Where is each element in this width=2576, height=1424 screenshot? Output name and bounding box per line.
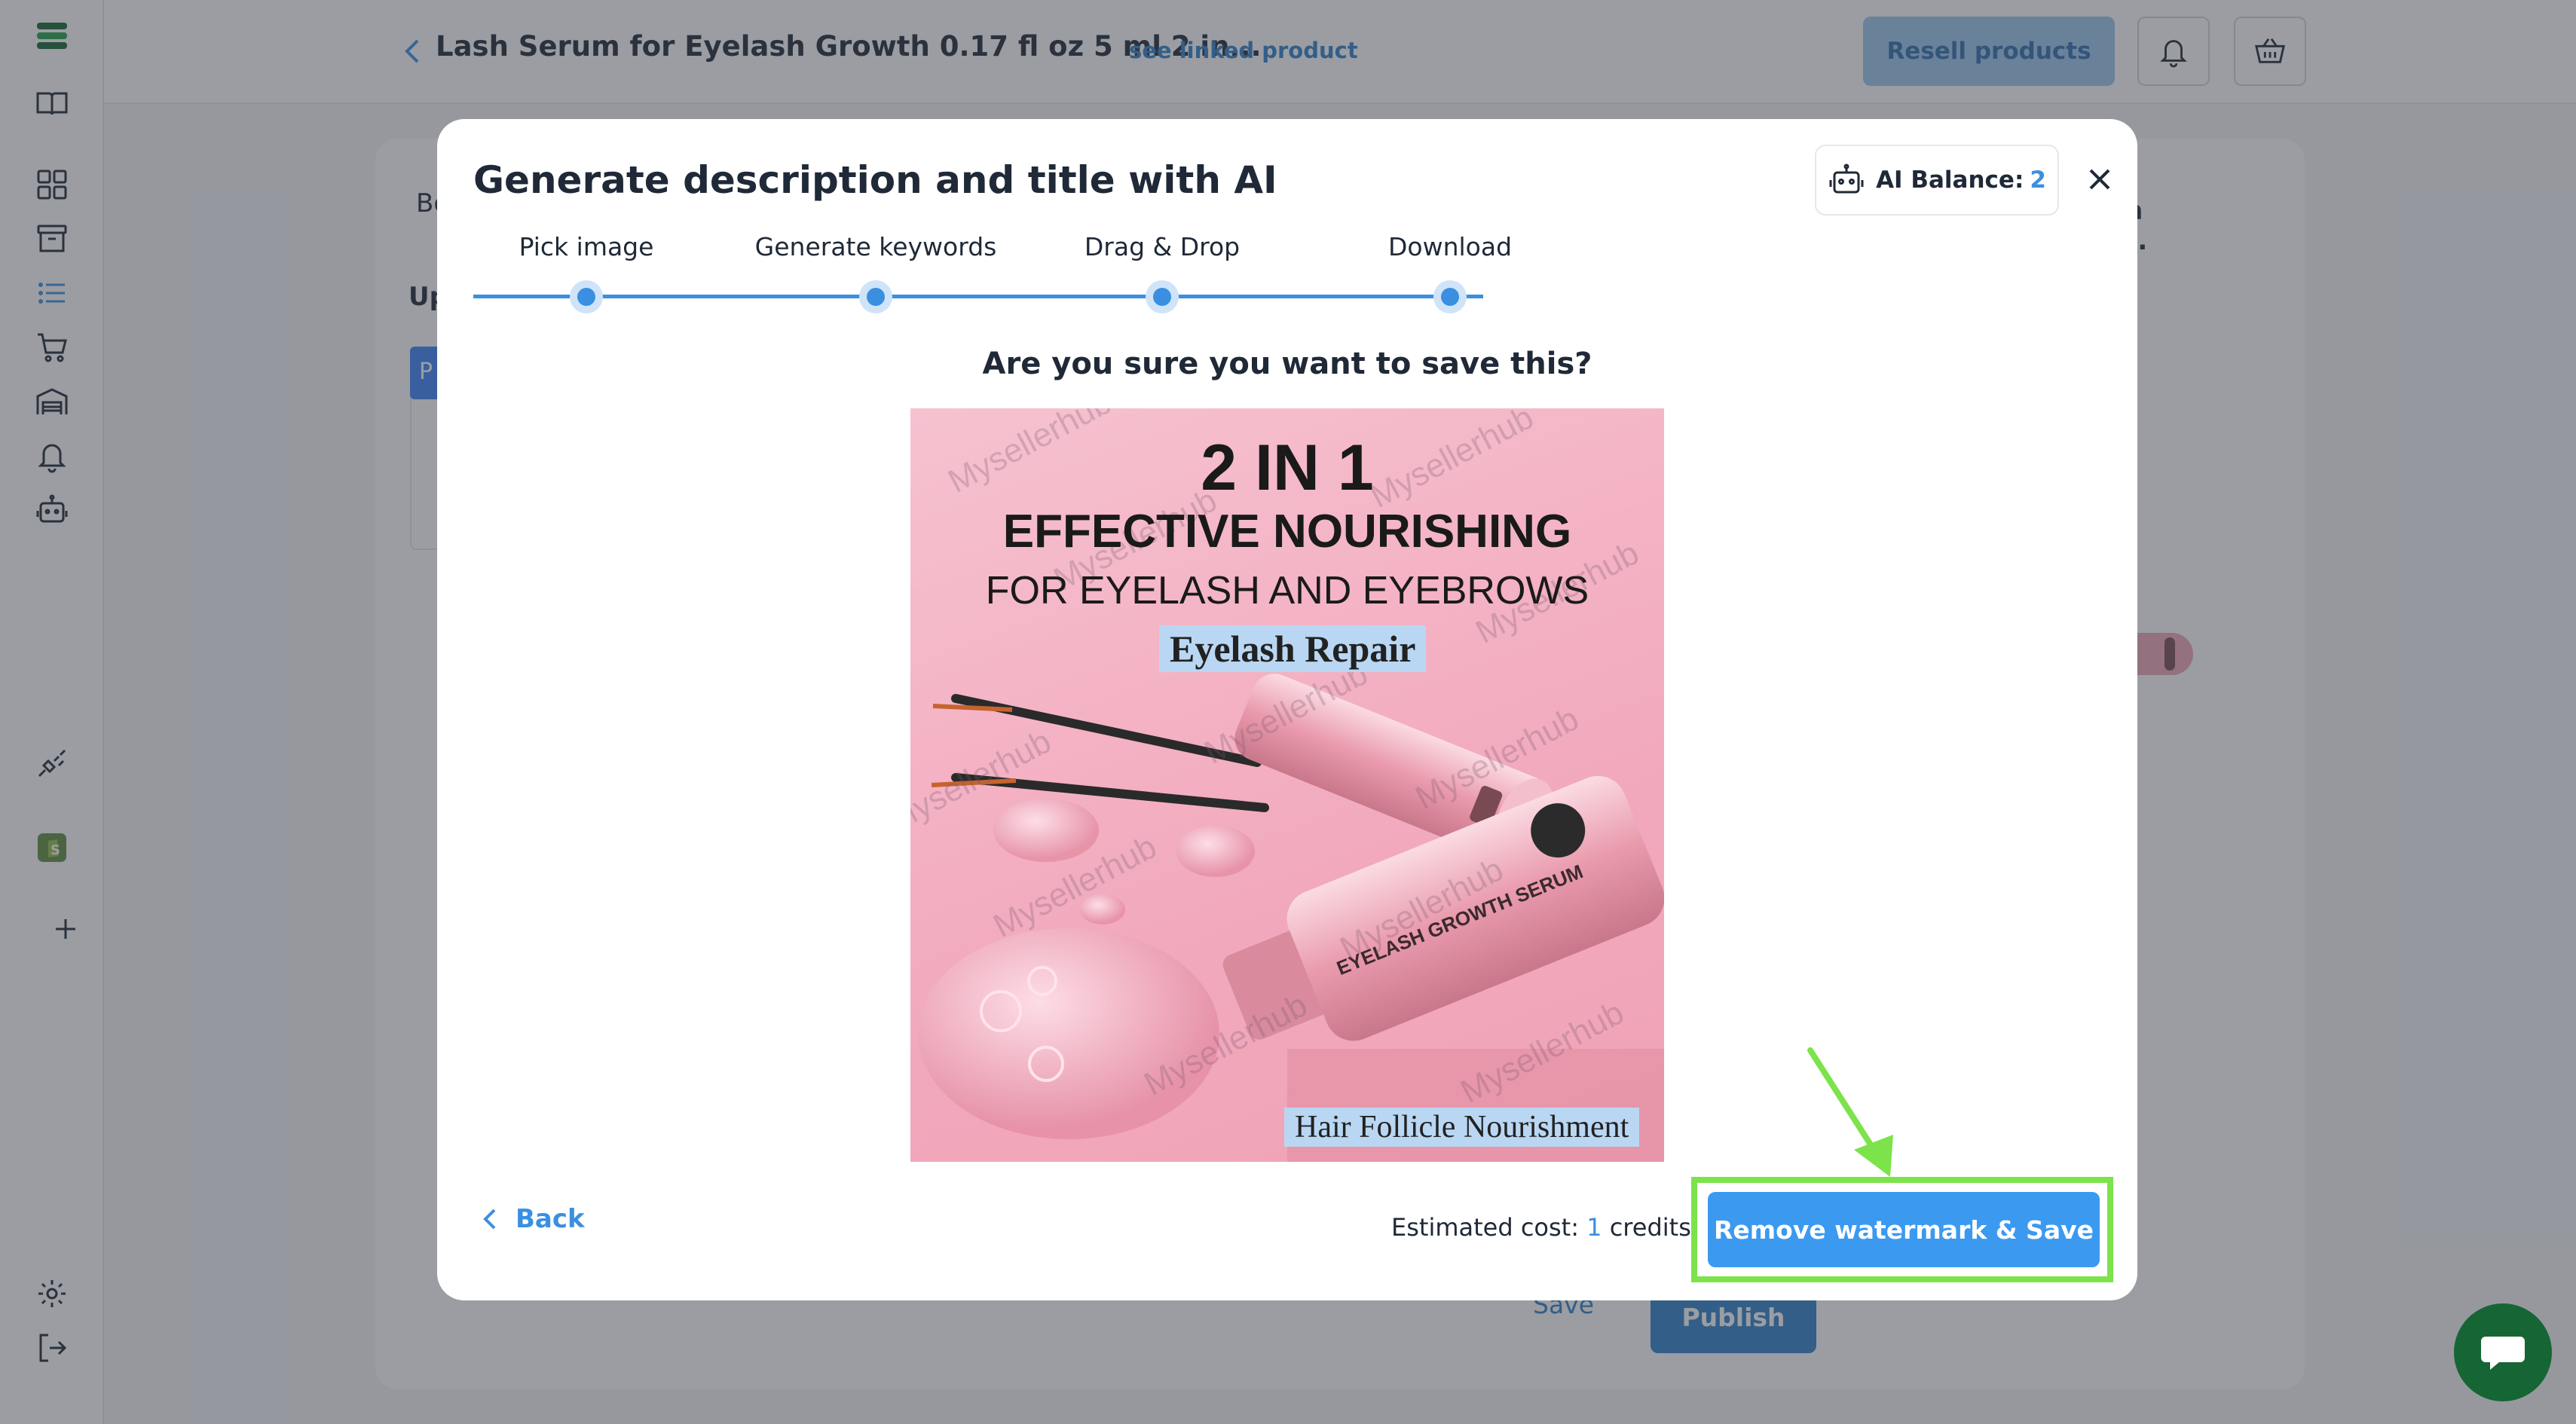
generated-product-image: EYELASH GROWTH SERUM Mysellerhub Myselle… [910, 408, 1664, 1162]
back-button[interactable]: Back [479, 1204, 585, 1234]
close-button[interactable] [2080, 160, 2119, 199]
ai-balance-label: AI Balance: [1876, 167, 2024, 194]
step-dot-drag-drop[interactable] [1146, 280, 1179, 313]
step-label-generate-keywords: Generate keywords [754, 232, 997, 261]
back-label: Back [516, 1204, 585, 1234]
estimated-cost-suffix: credits. [1609, 1213, 1699, 1242]
chat-button[interactable] [2454, 1303, 2552, 1401]
estimated-cost-prefix: Estimated cost: [1391, 1213, 1579, 1242]
step-label-drag-drop: Drag & Drop [1084, 232, 1241, 261]
step-dot-pick-image[interactable] [570, 280, 603, 313]
step-dot-download[interactable] [1433, 280, 1467, 313]
image-tagline: FOR EYELASH AND EYEBROWS [985, 569, 1589, 613]
robot-icon [1829, 163, 1864, 194]
ai-balance-badge: AI Balance: 2 [1815, 145, 2059, 215]
annotation-arrow-icon [1807, 1047, 1893, 1177]
confirm-question: Are you sure you want to save this? [982, 347, 1592, 381]
close-icon [2089, 169, 2110, 190]
image-subheadline: EFFECTIVE NOURISHING [1002, 506, 1572, 558]
stepper-track [473, 295, 1483, 298]
image-label-bottom: Hair Follicle Nourishment [1284, 1108, 1640, 1147]
image-headline: 2 IN 1 [1201, 432, 1374, 504]
step-label-pick-image: Pick image [519, 232, 654, 261]
step-dot-generate-keywords[interactable] [859, 280, 892, 313]
remove-watermark-save-button[interactable]: Remove watermark & Save [1708, 1192, 2100, 1267]
ai-balance-value: 2 [2030, 167, 2046, 194]
image-label-top: Eyelash Repair [1159, 625, 1427, 672]
estimated-cost: Estimated cost: 1 credits. [1391, 1213, 1699, 1242]
step-label-download: Download [1387, 232, 1513, 261]
modal-title: Generate description and title with AI [473, 158, 1277, 202]
estimated-cost-value: 1 [1586, 1213, 1602, 1242]
chat-icon [2481, 1337, 2525, 1370]
chevron-left-icon [483, 1209, 496, 1230]
